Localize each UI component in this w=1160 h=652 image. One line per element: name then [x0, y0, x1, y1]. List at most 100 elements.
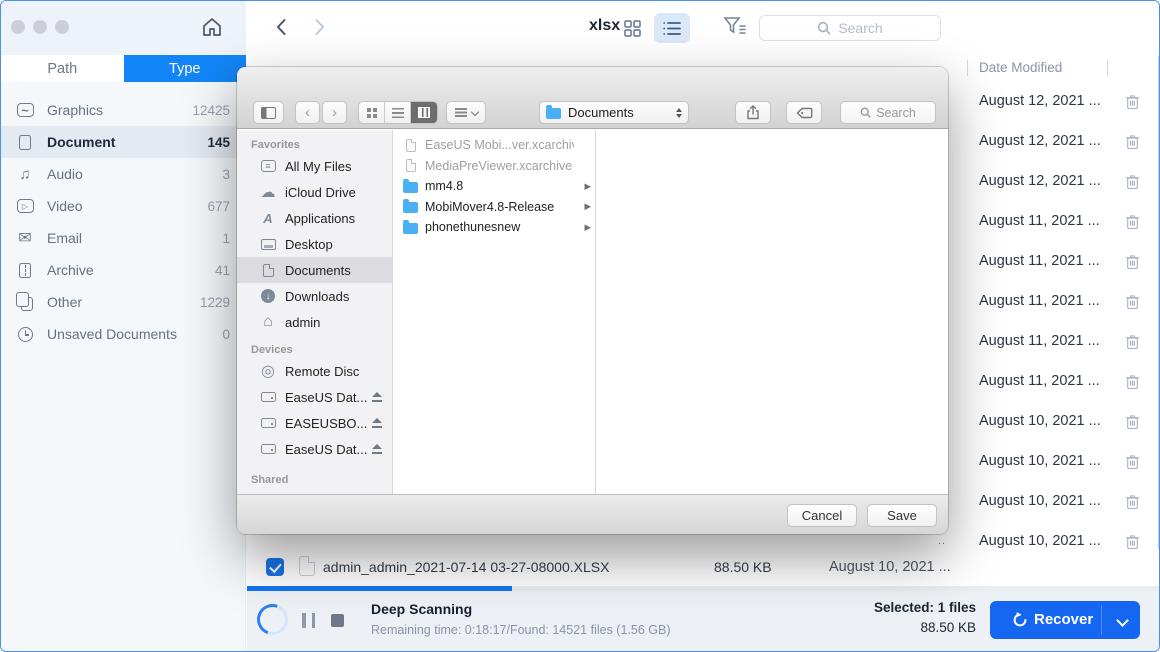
dialog-file-row[interactable]: MediaPreViewer.xcarchive: [393, 156, 595, 177]
trash-icon[interactable]: [1125, 134, 1140, 150]
eject-icon[interactable]: [372, 418, 382, 428]
result-row[interactable]: .. August 10, 2021 ...: [934, 443, 1160, 483]
file-type-item[interactable]: Email 1: [1, 222, 246, 254]
file-type-list: Graphics 12425 Document 145 Audio 3: [1, 94, 246, 350]
dialog-titlebar[interactable]: ‹ › Documents Search: [237, 67, 948, 129]
file-type-icon: [19, 135, 31, 150]
window-minimize-button[interactable]: [33, 20, 47, 34]
file-type-item[interactable]: Video 677: [1, 190, 246, 222]
tag-button[interactable]: [786, 101, 822, 124]
pause-icon[interactable]: [302, 613, 315, 628]
column-separator[interactable]: [1107, 60, 1108, 76]
list-view-button[interactable]: [385, 102, 411, 123]
file-or-folder-icon: [403, 202, 418, 213]
date-modified-cell: August 10, 2021 ...: [979, 493, 1101, 509]
result-row[interactable]: .. August 10, 2021 ...: [934, 483, 1160, 523]
sidebar-item[interactable]: admin: [237, 309, 392, 335]
sidebar-item[interactable]: Documents: [237, 257, 392, 283]
sidebar-item[interactable]: Remote Disc: [237, 358, 392, 384]
dialog-forward-button[interactable]: ›: [322, 101, 347, 124]
trash-icon[interactable]: [1125, 374, 1140, 390]
sidebar-toggle-button[interactable]: [253, 101, 284, 124]
truncated-cell-text: ..: [938, 535, 946, 547]
back-icon[interactable]: [271, 16, 293, 38]
result-row[interactable]: .. August 12, 2021 ...: [934, 123, 1160, 163]
dialog-file-row[interactable]: MobiMover4.8-Release ▶: [393, 197, 595, 218]
trash-icon[interactable]: [1125, 454, 1140, 470]
trash-icon[interactable]: [1125, 534, 1140, 550]
selected-file-row[interactable]: admin_admin_2021-07-14 03-27-08000.XLSX …: [247, 549, 1160, 586]
sidebar-item-icon: [261, 239, 276, 250]
trash-icon[interactable]: [1125, 214, 1140, 230]
search-input[interactable]: Search: [759, 15, 941, 41]
arrange-icon: [455, 108, 467, 117]
checkbox-checked[interactable]: [266, 558, 284, 576]
sidebar-item[interactable]: iCloud Drive: [237, 179, 392, 205]
recover-icon: [1012, 612, 1028, 628]
tab-path[interactable]: Path: [1, 55, 124, 82]
grid-icon: [367, 108, 377, 118]
icon-view-button[interactable]: [359, 102, 385, 123]
stop-icon[interactable]: [331, 614, 344, 627]
file-type-item[interactable]: Other 1229: [1, 286, 246, 318]
file-type-item[interactable]: Document 145: [1, 126, 246, 158]
result-row[interactable]: .. August 12, 2021 ...: [934, 83, 1160, 123]
eject-icon[interactable]: [372, 444, 382, 454]
eject-icon[interactable]: [372, 392, 382, 402]
file-type-item[interactable]: Graphics 12425: [1, 94, 246, 126]
tab-type[interactable]: Type: [124, 55, 247, 82]
window-zoom-button[interactable]: [55, 20, 69, 34]
home-icon[interactable]: [200, 15, 224, 39]
sidebar-item[interactable]: EaseUS Dat...: [237, 384, 392, 410]
sidebar-item[interactable]: EASEUSBO...: [237, 410, 392, 436]
recover-button[interactable]: Recover: [990, 601, 1140, 639]
save-button[interactable]: Save: [867, 504, 937, 527]
dialog-file-row[interactable]: EaseUS Mobi...ver.xcarchive: [393, 135, 595, 156]
trash-icon[interactable]: [1125, 174, 1140, 190]
date-modified-header[interactable]: Date Modified: [979, 60, 1062, 75]
trash-icon[interactable]: [1125, 294, 1140, 310]
location-dropdown[interactable]: Documents: [539, 101, 689, 124]
result-row[interactable]: .. August 11, 2021 ...: [934, 283, 1160, 323]
result-row[interactable]: .. August 11, 2021 ...: [934, 363, 1160, 403]
column-separator[interactable]: [967, 60, 968, 76]
file-or-folder-icon: [403, 182, 418, 193]
filter-icon[interactable]: [723, 15, 745, 37]
result-row[interactable]: .. August 11, 2021 ...: [934, 203, 1160, 243]
sidebar-item[interactable]: Applications: [237, 205, 392, 231]
share-button[interactable]: [735, 101, 771, 124]
trash-icon[interactable]: [1125, 494, 1140, 510]
date-modified-cell: August 11, 2021 ...: [979, 293, 1100, 309]
dialog-body: Favorites All My Files iCloud Drive: [237, 130, 948, 494]
sidebar-header: [1, 1, 246, 55]
trash-icon[interactable]: [1125, 94, 1140, 110]
file-type-item[interactable]: Unsaved Documents 0: [1, 318, 246, 350]
sidebar-item[interactable]: Downloads: [237, 283, 392, 309]
grid-view-icon[interactable]: [614, 13, 650, 43]
list-view-icon[interactable]: [654, 13, 690, 43]
sidebar-item[interactable]: EaseUS Dat...: [237, 436, 392, 462]
result-row[interactable]: .. August 11, 2021 ...: [934, 323, 1160, 363]
dialog-search-input[interactable]: Search: [840, 101, 936, 124]
arrange-button[interactable]: [446, 101, 486, 124]
file-type-item[interactable]: Archive 41: [1, 254, 246, 286]
results-rows: .. August 12, 2021 ... .. August 12, 202…: [934, 83, 1160, 563]
sidebar-item[interactable]: All My Files: [237, 153, 392, 179]
dialog-back-button[interactable]: ‹: [295, 101, 320, 124]
sidebar-item[interactable]: Desktop: [237, 231, 392, 257]
column-view-button[interactable]: [411, 102, 437, 123]
result-row[interactable]: .. August 11, 2021 ...: [934, 243, 1160, 283]
trash-icon[interactable]: [1125, 254, 1140, 270]
window-close-button[interactable]: [11, 20, 25, 34]
sidebar-item-label: All My Files: [285, 159, 392, 174]
result-row[interactable]: .. August 12, 2021 ...: [934, 163, 1160, 203]
chevron-down-icon[interactable]: [1116, 614, 1129, 627]
file-type-item[interactable]: Audio 3: [1, 158, 246, 190]
result-row[interactable]: .. August 10, 2021 ...: [934, 403, 1160, 443]
dialog-file-row[interactable]: phonethunesnew ▶: [393, 217, 595, 238]
forward-icon[interactable]: [308, 16, 330, 38]
dialog-file-row[interactable]: mm4.8 ▶: [393, 176, 595, 197]
trash-icon[interactable]: [1125, 414, 1140, 430]
trash-icon[interactable]: [1125, 334, 1140, 350]
cancel-button[interactable]: Cancel: [787, 504, 857, 527]
